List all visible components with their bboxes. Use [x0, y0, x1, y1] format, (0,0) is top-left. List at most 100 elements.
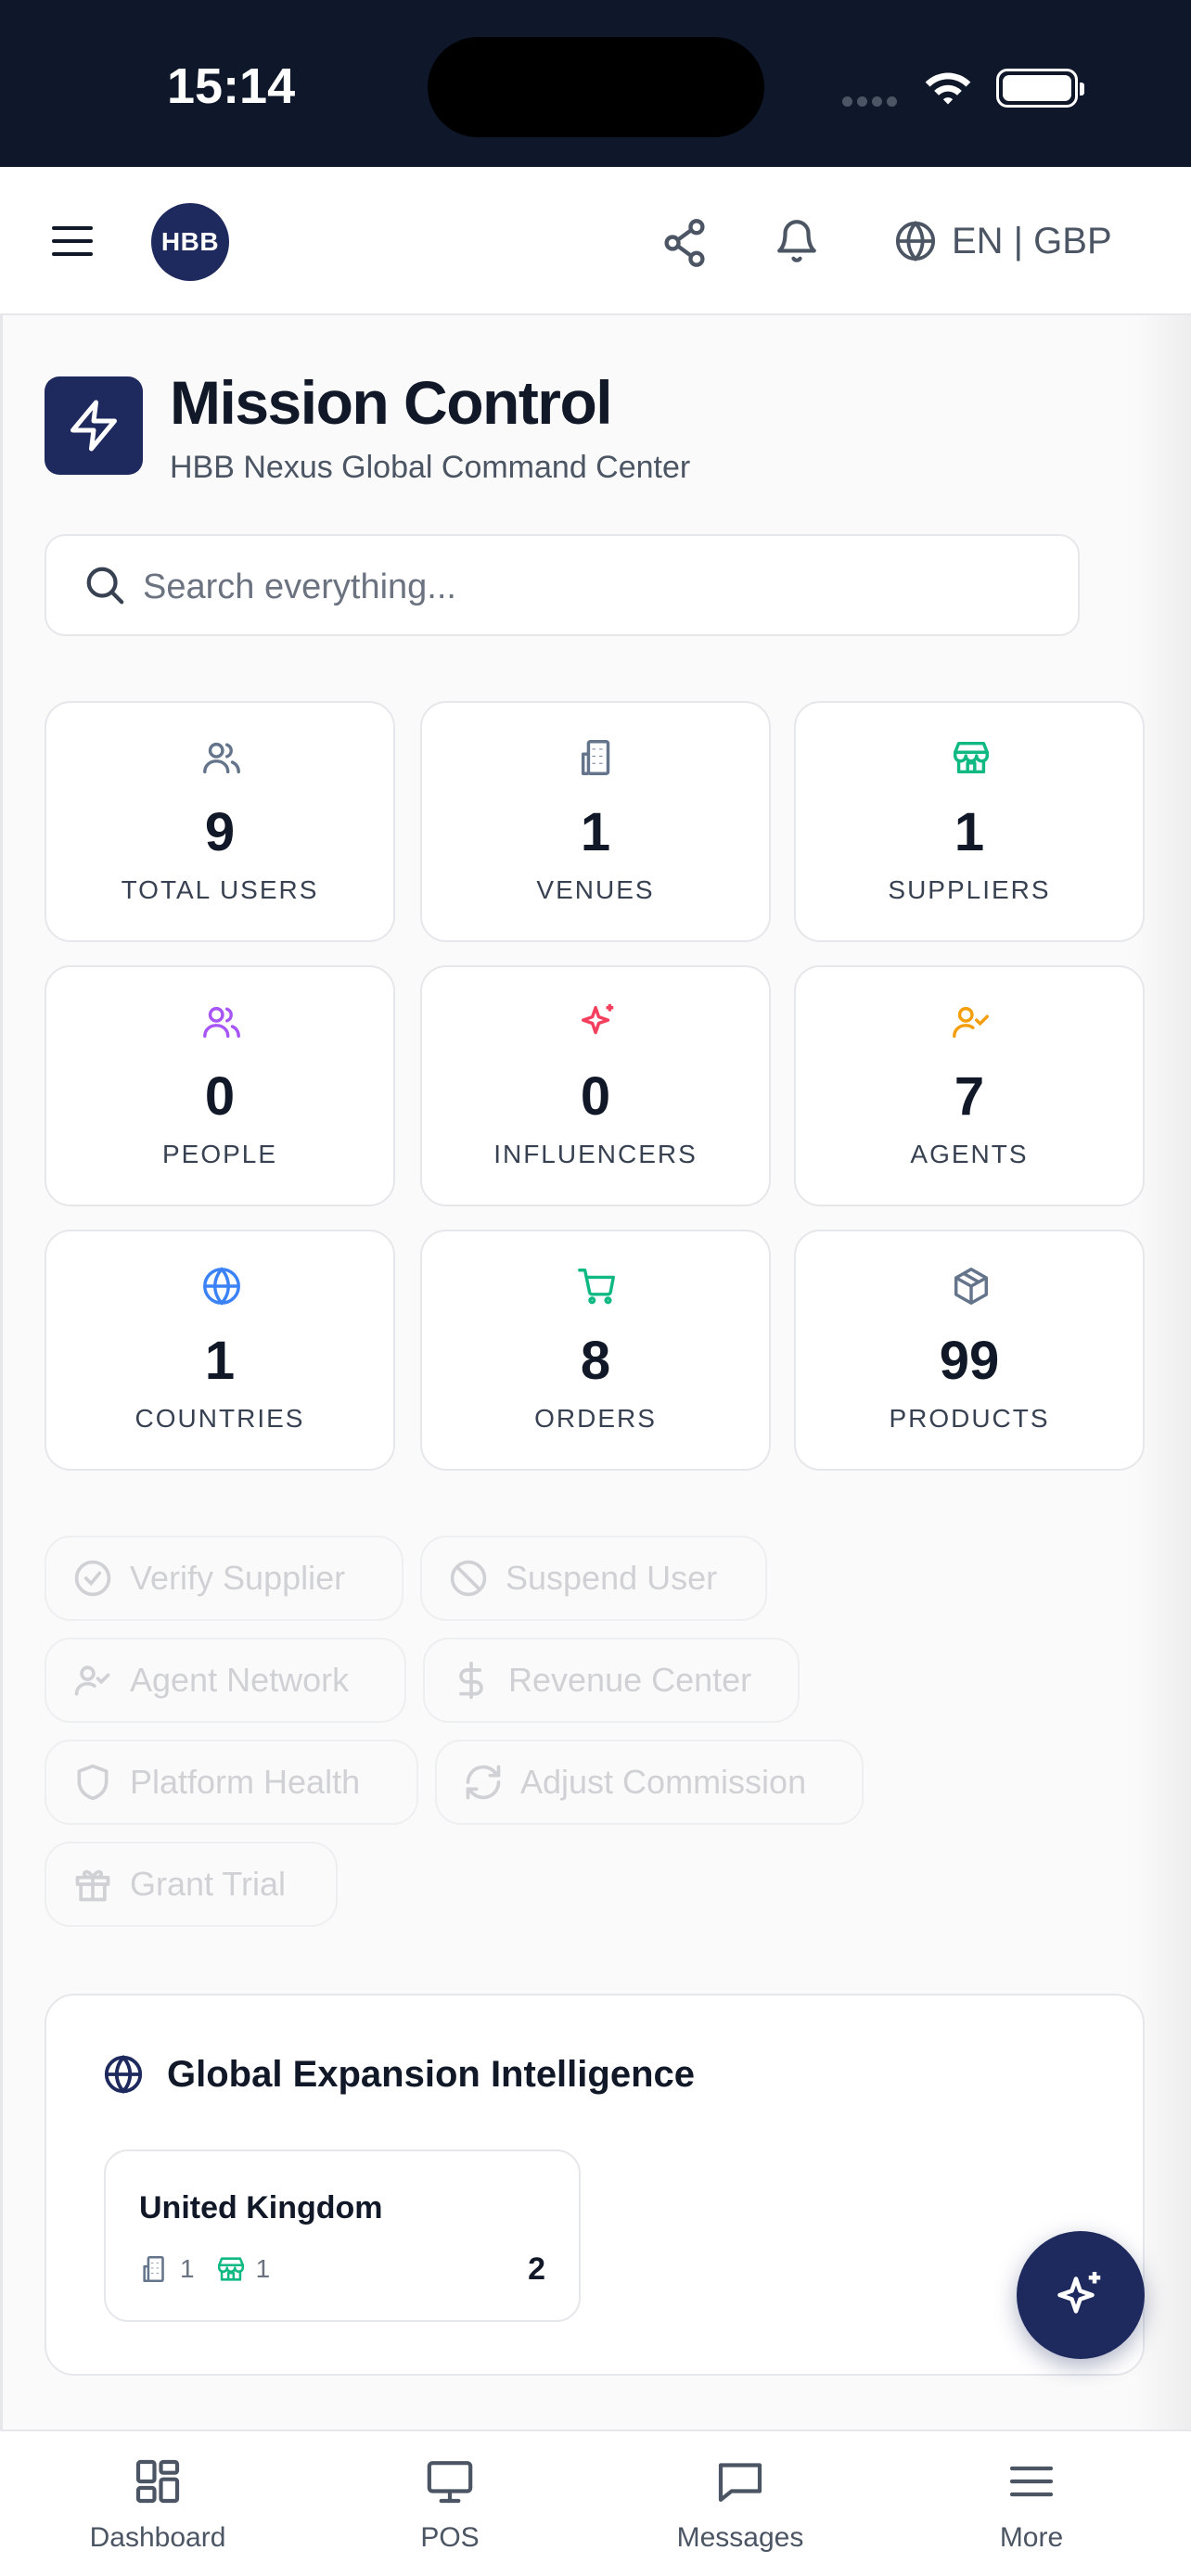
cellular-signal-icon	[842, 95, 902, 111]
package-icon	[954, 1268, 989, 1305]
monitor-icon	[427, 2461, 473, 2504]
stat-label: VENUES	[536, 875, 655, 904]
stat-value: 1	[204, 1331, 236, 1391]
store-icon	[217, 2257, 244, 2281]
stat-value: 8	[580, 1331, 611, 1391]
stat-card-people[interactable]: 0 PEOPLE	[45, 965, 395, 1206]
stat-value: 9	[204, 802, 236, 862]
store-icon	[954, 741, 989, 774]
nav-messages[interactable]: Messages	[647, 2455, 833, 2554]
dollar-icon	[459, 1661, 483, 1700]
stat-label: AGENTS	[910, 1140, 1029, 1168]
stat-label: INFLUENCERS	[493, 1140, 698, 1168]
nav-label: Messages	[676, 2522, 804, 2553]
globe-icon	[895, 220, 936, 262]
share-icon[interactable]	[660, 217, 709, 269]
stat-card-orders[interactable]: 8 ORDERS	[420, 1230, 771, 1471]
stat-card-countries[interactable]: 1 COUNTRIES	[45, 1230, 395, 1471]
refresh-icon	[466, 1765, 501, 1800]
stat-label: PEOPLE	[161, 1140, 278, 1168]
stat-label: ORDERS	[534, 1404, 657, 1433]
stat-value: 1	[954, 802, 985, 862]
platform-health-button[interactable]: Platform Health	[45, 1740, 418, 1825]
lightning-bolt-icon	[70, 400, 117, 452]
nav-dashboard[interactable]: Dashboard	[65, 2455, 250, 2554]
sparkles-icon	[1057, 2272, 1101, 2314]
stat-label: TOTAL USERS	[121, 875, 319, 904]
nav-label: More	[999, 2522, 1064, 2553]
verify-supplier-button[interactable]: Verify Supplier	[45, 1536, 403, 1621]
stat-value: 99	[939, 1331, 1000, 1391]
expansion-title: Global Expansion Intelligence	[167, 2053, 696, 2095]
globe-icon	[104, 2054, 143, 2095]
country-suppliers-count: 1	[255, 2254, 271, 2283]
stat-value: 0	[580, 1066, 611, 1127]
battery-icon	[996, 69, 1084, 108]
stat-card-suppliers[interactable]: 1 SUPPLIERS	[794, 701, 1145, 942]
stat-label: SUPPLIERS	[888, 875, 1051, 904]
country-name: United Kingdom	[139, 2190, 383, 2225]
cart-icon	[578, 1269, 615, 1305]
ai-assistant-button[interactable]	[1017, 2231, 1145, 2359]
country-venues-count: 1	[180, 2254, 195, 2283]
hamburger-menu-icon[interactable]	[50, 223, 95, 260]
bottom-nav: Dashboard POS Messages More	[0, 2429, 1191, 2576]
quick-action-label: Suspend User	[506, 1559, 718, 1597]
nav-label: Dashboard	[89, 2522, 226, 2553]
sparkles-icon	[581, 1003, 614, 1035]
stat-card-agents[interactable]: 7 AGENTS	[794, 965, 1145, 1206]
locale-label: EN | GBP	[952, 220, 1112, 261]
stat-card-products[interactable]: 99 PRODUCTS	[794, 1230, 1145, 1471]
stat-label: PRODUCTS	[889, 1404, 1050, 1433]
stat-value: 1	[580, 802, 611, 862]
quick-action-label: Revenue Center	[508, 1661, 752, 1699]
nav-pos[interactable]: POS	[357, 2455, 543, 2554]
search-input[interactable]	[143, 555, 1052, 619]
user-check-icon	[953, 1006, 989, 1039]
building-icon	[143, 2255, 164, 2283]
notification-bell-icon[interactable]	[774, 215, 820, 267]
wifi-icon	[925, 72, 971, 105]
country-total: 2	[528, 2251, 545, 2287]
search-box[interactable]	[45, 534, 1080, 636]
nav-more[interactable]: More	[939, 2455, 1124, 2554]
grant-trial-button[interactable]: Grant Trial	[45, 1842, 338, 1927]
quick-action-label: Grant Trial	[130, 1865, 287, 1903]
gift-icon	[75, 1869, 110, 1902]
globe-icon	[203, 1267, 240, 1306]
shield-icon	[77, 1764, 109, 1801]
ban-icon	[450, 1560, 487, 1597]
message-icon	[718, 2463, 762, 2502]
nav-label: POS	[420, 2522, 480, 2553]
country-stats: 1 1	[139, 2253, 290, 2285]
expansion-header: Global Expansion Intelligence	[102, 2053, 695, 2096]
dynamic-island	[428, 37, 764, 137]
stat-label: COUNTRIES	[134, 1404, 305, 1433]
brand-badge[interactable]: HBB	[151, 203, 229, 281]
mission-control-logo	[45, 376, 143, 475]
menu-icon	[1009, 2466, 1054, 2497]
page-title: Mission Control	[170, 368, 613, 437]
global-expansion-card: Global Expansion Intelligence United Kin…	[45, 1994, 1145, 2376]
suspend-user-button[interactable]: Suspend User	[420, 1536, 767, 1621]
check-circle-icon	[74, 1560, 111, 1597]
adjust-commission-button[interactable]: Adjust Commission	[435, 1740, 864, 1825]
locale-selector[interactable]: EN | GBP	[894, 213, 1112, 269]
stat-card-influencers[interactable]: 0 INFLUENCERS	[420, 965, 771, 1206]
agent-network-button[interactable]: Agent Network	[45, 1638, 406, 1723]
revenue-center-button[interactable]: Revenue Center	[423, 1638, 800, 1723]
country-venues: 1	[139, 2253, 195, 2285]
grid-icon	[135, 2459, 180, 2504]
stat-card-venues[interactable]: 1 VENUES	[420, 701, 771, 942]
status-time: 15:14	[167, 58, 296, 114]
stat-card-total-users[interactable]: 9 TOTAL USERS	[45, 701, 395, 942]
quick-action-label: Adjust Commission	[520, 1763, 807, 1801]
stat-value: 7	[954, 1066, 985, 1127]
country-suppliers: 1	[215, 2253, 271, 2285]
country-card-united-kingdom[interactable]: United Kingdom 1 1 2	[104, 2149, 581, 2322]
building-icon	[581, 740, 610, 775]
users-icon	[203, 742, 240, 774]
status-bar: 15:14	[0, 0, 1191, 167]
search-icon	[86, 567, 124, 605]
stat-value: 0	[204, 1066, 236, 1127]
